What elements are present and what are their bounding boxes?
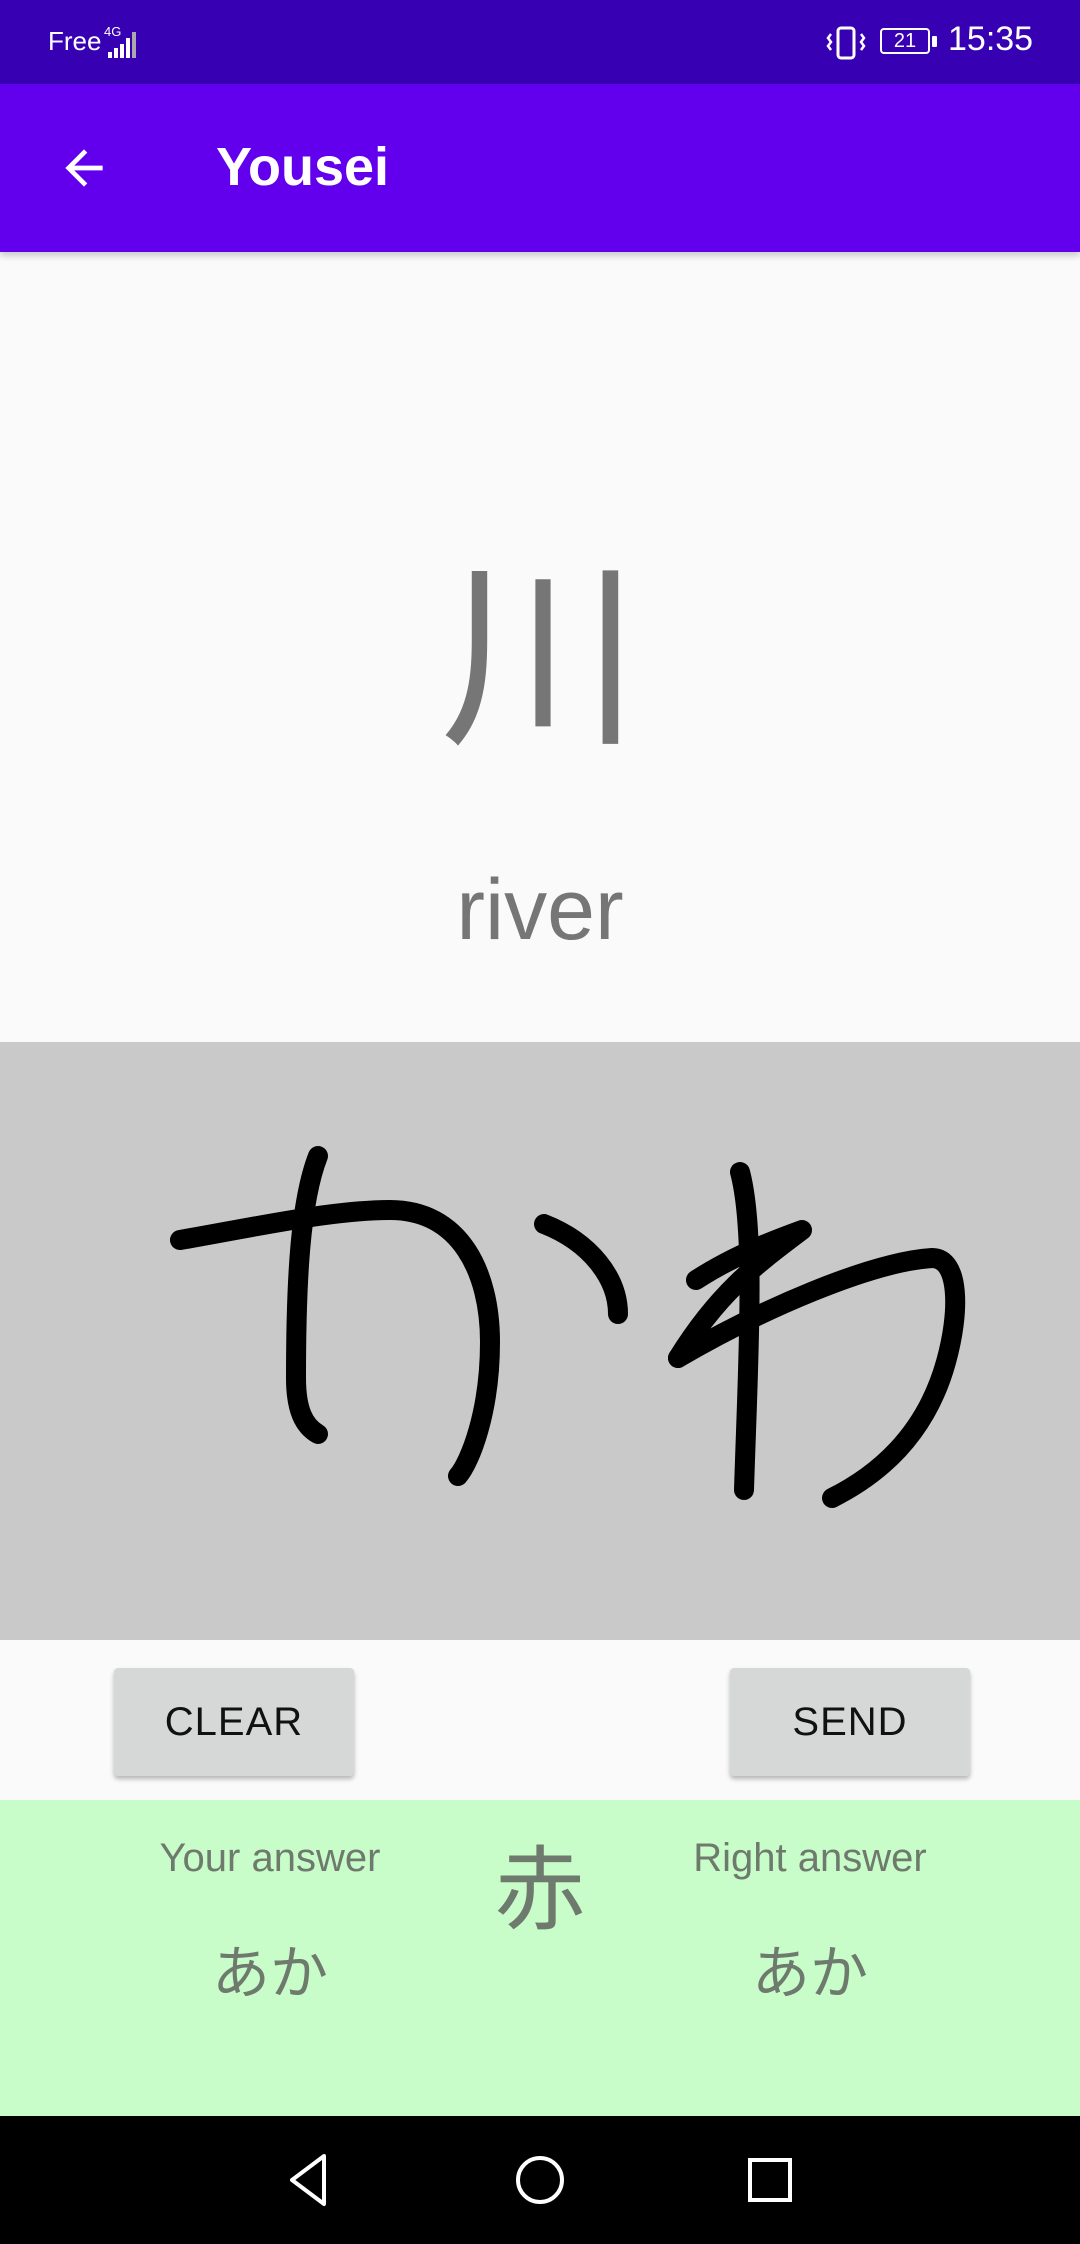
page-title: Yousei: [216, 137, 390, 197]
nav-recents-icon[interactable]: [738, 2148, 802, 2212]
battery-level: 21: [880, 28, 930, 54]
drawing-canvas[interactable]: [0, 1042, 1080, 1640]
app-bar: Yousei: [0, 84, 1080, 252]
right-answer-value: あか: [751, 1939, 868, 2007]
handwriting-strokes: [170, 1146, 966, 1508]
result-panel: Your answer 赤 Right answer あか あか: [0, 1800, 1080, 2116]
system-nav-bar: [0, 2116, 1080, 2244]
kanji-prompt: 川: [439, 543, 640, 776]
result-kanji: 赤: [493, 1837, 586, 1944]
status-bar: Free 4G 21 15:35: [0, 0, 1080, 84]
battery-icon: 21: [880, 26, 940, 58]
vibrate-icon: [826, 26, 866, 60]
right-answer-label: Right answer: [693, 1836, 927, 1880]
your-answer-label: Your answer: [159, 1836, 381, 1880]
clear-button[interactable]: CLEAR: [114, 1668, 354, 1776]
carrier-label: Free: [48, 26, 102, 56]
back-button[interactable]: [44, 130, 124, 206]
send-button[interactable]: SEND: [730, 1668, 970, 1776]
arrow-back-icon: [65, 149, 103, 187]
network-type-label: 4G: [104, 24, 121, 39]
your-answer-value: あか: [211, 1939, 328, 2007]
kanji-meaning: river: [456, 862, 624, 958]
signal-icon: 4G: [104, 24, 136, 58]
nav-home-icon[interactable]: [508, 2148, 572, 2212]
nav-back-icon[interactable]: [278, 2148, 342, 2212]
clock: 15:35: [948, 20, 1034, 58]
